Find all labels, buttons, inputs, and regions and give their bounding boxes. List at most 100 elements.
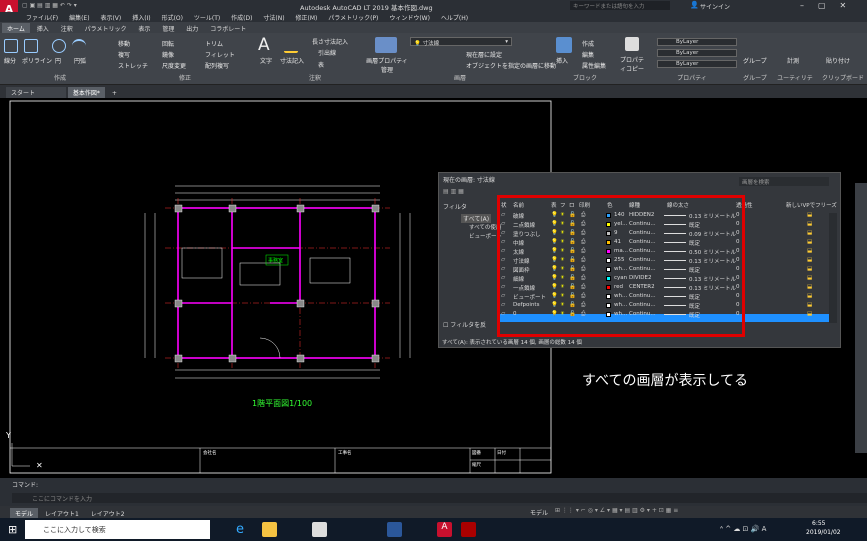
word-icon[interactable] (387, 522, 402, 537)
folder-icon[interactable] (262, 522, 277, 537)
table-button[interactable]: 表 (318, 60, 324, 69)
menu-edit[interactable]: 編集(E) (69, 15, 89, 22)
match-properties-button[interactable]: プロパティコピー (619, 55, 645, 73)
layer-scrollbar[interactable] (829, 213, 837, 323)
vp-freeze-icon[interactable]: ⬓ (807, 239, 812, 245)
menu-format[interactable]: 形式(O) (162, 15, 183, 22)
menu-tools[interactable]: ツール(T) (194, 15, 220, 22)
dimension-icon[interactable] (284, 39, 298, 53)
layer-panel-footer: すべて(A): 表示されている画層 14 個, 画層の総数 14 個 (442, 340, 582, 346)
vp-freeze-icon[interactable]: ⬓ (807, 248, 812, 254)
command-input[interactable]: ここにコマンドを入力 (12, 493, 867, 503)
status-tools[interactable]: ⊞ ⋮⋮ ▾ ⌐ ◎ ▾ ∠ ▾ ▦ ▾ ▤ ▥ ⚙ ▾ + ⊡ ▦ ≡ (555, 507, 678, 514)
arc-button[interactable]: 円弧 (74, 56, 86, 65)
ribbon-tabs: ホーム 挿入 注釈 パラメトリック 表示 管理 出力 コラボレート (0, 22, 867, 34)
vp-freeze-icon[interactable]: ⬓ (807, 230, 812, 236)
layer-properties-button[interactable]: 画層プロパティ管理 (365, 56, 409, 74)
edit-block-button[interactable]: 編集 (582, 50, 594, 59)
polyline-icon[interactable] (24, 39, 38, 53)
line-button[interactable]: 線分 (4, 56, 16, 65)
tab-start[interactable]: スタート (6, 87, 66, 98)
leader-button[interactable]: 引出線 (318, 48, 336, 57)
lineweight-dropdown[interactable]: ByLayer (657, 60, 737, 68)
menu-file[interactable]: ファイル(F) (26, 15, 58, 22)
menu-help[interactable]: ヘルプ(H) (441, 15, 468, 22)
edit-attribute-button[interactable]: 属性編集 (582, 61, 606, 70)
menu-insert[interactable]: 挿入(I) (132, 15, 150, 22)
window-controls[interactable]: –▢✕ (800, 1, 860, 10)
tab-drawing[interactable]: 基本作図* (67, 87, 105, 98)
menu-modify[interactable]: 修正(M) (296, 15, 318, 22)
stretch-button[interactable]: ストレッチ (118, 61, 148, 70)
tray-icons[interactable]: ᴬ ^ ☁ ⊡ 🔊 A (720, 525, 766, 533)
filter-all[interactable]: すべて(A) (461, 214, 492, 223)
vp-freeze-icon[interactable]: ⬓ (807, 221, 812, 227)
titleblock-company: 会社名 (203, 451, 217, 456)
edge-icon[interactable]: e (236, 522, 251, 537)
color-dropdown[interactable]: ByLayer (657, 38, 737, 46)
copy-button[interactable]: 複写 (118, 50, 130, 59)
move-to-layer-button[interactable]: オブジェクトを指定の画層に移動 (466, 61, 556, 70)
menu-view[interactable]: 表示(V) (100, 15, 121, 22)
plan-title: 1階平面図1/100 (252, 399, 313, 408)
status-model-label[interactable]: モデル (530, 508, 548, 517)
menu-parametric[interactable]: パラメトリック(P) (328, 15, 378, 22)
taskbar-search-input[interactable]: ここに入力して検索 (25, 520, 210, 539)
quick-access-toolbar[interactable]: ▢ ▣ ▤ ▥ ▦ ↶ ↷ ▾ (22, 2, 122, 10)
scale-button[interactable]: 尺度変更 (162, 61, 186, 70)
line-icon[interactable] (4, 39, 18, 53)
circle-icon[interactable] (52, 39, 66, 53)
new-tab-button[interactable]: + (107, 89, 122, 98)
layer-properties-icon[interactable] (375, 37, 397, 53)
layer-toolbar-icons[interactable]: ▤ ▥ ▦ (443, 188, 464, 195)
text-icon[interactable]: A (258, 35, 270, 55)
store-icon[interactable] (312, 522, 327, 537)
palette-strip[interactable] (855, 183, 867, 453)
vp-freeze-icon[interactable]: ⬓ (807, 302, 812, 308)
linear-dim-button[interactable]: 長さ寸法記入 (312, 37, 348, 46)
paste-button[interactable]: 貼り付け (826, 56, 850, 65)
autocad-icon[interactable]: A (437, 522, 452, 537)
vp-freeze-icon[interactable]: ⬓ (807, 293, 812, 299)
circle-button[interactable]: 円 (55, 56, 61, 65)
invert-filter-checkbox[interactable]: ☐ フィルタを反 (443, 320, 486, 329)
array-button[interactable]: 配列複写 (205, 61, 229, 70)
linetype-dropdown[interactable]: ByLayer (657, 49, 737, 57)
sign-in-link[interactable]: サインイン (700, 2, 730, 11)
vp-freeze-icon[interactable]: ⬓ (807, 275, 812, 281)
insert-block-icon[interactable] (556, 37, 572, 53)
autocad-lt-icon[interactable] (461, 522, 476, 537)
search-input[interactable]: キーワードまたは語句を入力 (570, 1, 670, 10)
menu-window[interactable]: ウィンドウ(W) (389, 15, 430, 22)
insert-block-button[interactable]: 挿入 (556, 56, 568, 65)
col-vp-freeze[interactable]: 新しいVPでフリーズ (786, 201, 837, 209)
dimension-button[interactable]: 寸法記入 (280, 56, 304, 65)
trim-button[interactable]: トリム (205, 39, 223, 48)
move-button[interactable]: 移動 (118, 39, 130, 48)
arc-icon[interactable] (72, 39, 86, 53)
rotate-button[interactable]: 回転 (162, 39, 174, 48)
fillet-button[interactable]: フィレット (205, 50, 235, 59)
text-button[interactable]: 文字 (260, 56, 272, 65)
measure-button[interactable]: 計測 (787, 56, 799, 65)
vp-freeze-icon[interactable]: ⬓ (807, 311, 812, 317)
group-button[interactable]: グループ (743, 56, 767, 65)
layer-dropdown[interactable]: 💡 寸法線 ▾ (410, 37, 512, 47)
polyline-button[interactable]: ポリライン (22, 56, 52, 65)
vp-freeze-icon[interactable]: ⬓ (807, 266, 812, 272)
vp-freeze-icon[interactable]: ⬓ (807, 212, 812, 218)
windows-start-icon[interactable]: ⊞ (8, 523, 17, 536)
mirror-button[interactable]: 鏡像 (162, 50, 174, 59)
taskbar: ⊞ ここに入力して検索 e A ᴬ ^ ☁ ⊡ 🔊 A 6:55 2019/01… (0, 518, 867, 541)
user-icon[interactable]: 👤 (690, 1, 699, 9)
document-tabs: スタート 基本作図* + (0, 85, 867, 98)
vp-freeze-icon[interactable]: ⬓ (807, 284, 812, 290)
layer-search-input[interactable]: 画層を検索 (739, 177, 829, 186)
menu-draw[interactable]: 作成(D) (231, 15, 252, 22)
set-current-button[interactable]: 現在層に設定 (466, 50, 502, 59)
menu-dimension[interactable]: 寸法(N) (263, 15, 284, 22)
titleblock-number: 図番 (472, 451, 481, 456)
vp-freeze-icon[interactable]: ⬓ (807, 257, 812, 263)
create-block-button[interactable]: 作成 (582, 39, 594, 48)
match-properties-icon[interactable] (625, 37, 639, 51)
